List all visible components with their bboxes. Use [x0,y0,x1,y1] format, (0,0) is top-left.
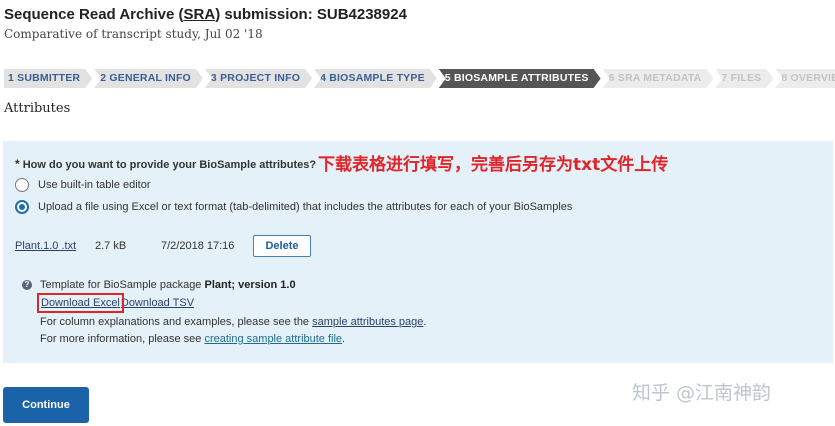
submission-subtitle: Comparative of transcript study, Jul 02 … [4,27,263,41]
option-table-editor[interactable]: Use built-in table editor [15,178,151,192]
step-files: 7 FILES [715,69,773,88]
option-label: Upload a file using Excel or text format… [38,201,573,213]
file-date: 7/2/2018 [161,240,204,252]
required-marker: * [15,157,20,171]
step-general-info[interactable]: 2 GENERAL INFO [94,69,203,88]
info2-prefix: For more information, please see [40,333,205,345]
step-submitter[interactable]: 1 SUBMITTER [4,69,92,88]
file-name-link[interactable]: Plant.1.0 .txt [15,240,76,252]
step-overview: 8 OVERVIEW [775,69,835,88]
info1-prefix: For column explanations and examples, pl… [40,316,313,328]
radio-unselected[interactable] [15,178,29,192]
wizard-steps: 1 SUBMITTER 2 GENERAL INFO 3 PROJECT INF… [4,69,828,88]
info-line-more: For more information, please see creatin… [40,333,345,345]
file-size: 2.7 kB [95,240,127,252]
watermark: 知乎 @江南神韵 [632,382,772,404]
question-text: How do you want to provide your BioSampl… [22,159,317,171]
template-package: Plant; version 1.0 [204,279,296,291]
file-timestamp: 7/2/2018 17:16 [161,240,234,252]
section-heading: Attributes [4,101,71,116]
title-prefix: Sequence Read Archive ( [4,6,184,23]
sample-attributes-page-link[interactable]: sample attributes page [312,316,423,328]
step-biosample-type[interactable]: 4 BIOSAMPLE TYPE [314,69,437,88]
download-excel-link[interactable]: Download Excel [37,293,124,313]
file-time: 17:16 [206,240,235,252]
download-tsv-link[interactable]: Download TSV [121,297,194,309]
info1-suffix: . [423,316,427,328]
continue-button[interactable]: Continue [3,387,89,423]
step-sra-metadata: 6 SRA METADATA [603,69,714,88]
option-upload-file[interactable]: Upload a file using Excel or text format… [15,200,572,214]
creating-attribute-file-link[interactable]: creating sample attribute file [204,333,342,345]
download-links: Download ExcelDownload TSV [37,293,194,313]
step-biosample-attributes: 5 BIOSAMPLE ATTRIBUTES [439,69,601,88]
sra-abbr-link[interactable]: SRA [184,6,216,23]
info2-suffix: . [342,333,346,345]
radio-selected[interactable] [15,200,29,214]
question-label: * How do you want to provide your BioSam… [15,157,316,171]
step-project-info[interactable]: 3 PROJECT INFO [205,69,312,88]
annotation-text: 下载表格进行填写，完善后另存为txt文件上传 [318,155,669,175]
delete-button[interactable]: Delete [253,235,311,257]
help-icon[interactable]: ? [22,280,32,290]
template-prefix: Template for BioSample package [40,279,205,291]
option-label: Use built-in table editor [38,179,151,191]
template-info: Template for BioSample package Plant; ve… [40,279,296,291]
info-line-attributes: For column explanations and examples, pl… [40,316,426,328]
page-title: Sequence Read Archive (SRA) submission: … [4,6,407,23]
title-suffix: ) submission: SUB4238924 [215,6,407,23]
